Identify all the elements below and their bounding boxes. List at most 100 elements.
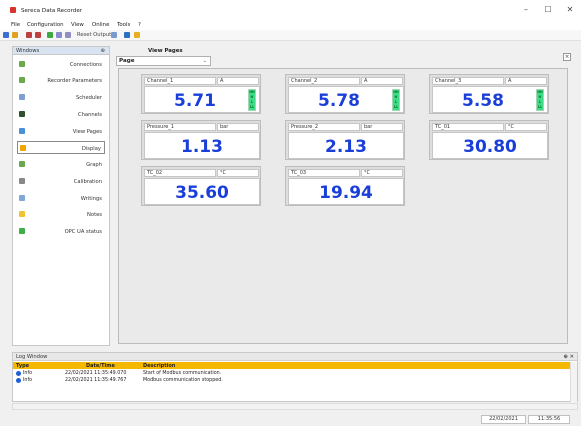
menu-file[interactable]: File [11,22,20,28]
calibration-icon [19,178,25,184]
sidebar-item-scheduler[interactable]: Scheduler [17,91,105,104]
sidebar-item-label: View Pages [72,129,102,135]
page-select[interactable]: Page ⌄ [116,56,211,66]
view-pages-panel: View Pages × Page ⌄ Channel_1 A 5.71 HH … [115,46,578,346]
menu-configuration[interactable]: Configuration [27,22,64,28]
close-button[interactable]: ✕ [563,5,577,15]
window-title: Sereca Data Recorder [21,8,83,14]
menu-view[interactable]: View [71,22,84,28]
sidebar-item-opc-ua-status[interactable]: OPC UA status [17,225,105,238]
channel-unit: °C [217,169,259,177]
app-logo-icon [10,7,16,13]
sidebar-item-label: Recorder Parameters [47,78,102,84]
channel-name: Pressure_1 [144,123,216,131]
sidebar-item-graph[interactable]: Graph [17,158,105,171]
log-row[interactable]: Info 22/02/2021 11:35:49.070 Start of Mo… [13,371,571,377]
start-icon[interactable] [47,32,53,38]
sidebar-item-label: Connections [69,62,102,68]
stop-icon[interactable] [65,32,71,38]
channel-unit: A [361,77,403,85]
alarm-ll: LL [249,105,255,109]
minimize-button[interactable]: – [519,5,533,15]
channel-card[interactable]: TC_03 °C 19.94 [285,166,405,206]
sidebar-item-label: Display [81,146,101,152]
log-description: Modbus communication stopped. [143,378,223,383]
channel-card[interactable]: Channel_3 A 5.58 HH H L LL [429,74,549,114]
value-box: 5.58 HH H L LL [432,86,548,113]
sidebar-item-recorder-parameters[interactable]: Recorder Parameters [17,74,105,87]
channel-unit: °C [505,123,547,131]
sidebar-item-view-pages[interactable]: View Pages [17,125,105,138]
sidebar-item-calibration[interactable]: Calibration [17,175,105,188]
channel-name: Channel_2 [288,77,360,85]
sidebar-item-connections[interactable]: Connections [17,58,105,71]
log-col-type[interactable]: Type [16,363,29,369]
page-select-value: Page [119,58,135,64]
opc-ua-icon [19,228,25,234]
channel-value: 1.13 [181,137,223,157]
channel-card[interactable]: TC_02 °C 35.60 [141,166,261,206]
menu-online[interactable]: Online [92,22,109,28]
panel-close-button[interactable]: × [563,53,571,61]
channel-value: 5.58 [462,91,504,111]
log-datetime: 22/02/2021 11:35:49.767 [65,378,127,383]
sidebar-item-display[interactable]: Display [17,141,105,154]
parameters-icon [19,77,25,83]
alarm-indicator: HH H L LL [248,89,256,111]
value-box: 5.71 HH H L LL [144,86,260,113]
display-icon [20,145,26,151]
log-window: Log Window ⊕ ✕ Type Date/Time Descriptio… [12,352,578,402]
channel-name: Channel_1 [144,77,216,85]
disconnect-icon[interactable] [35,32,41,38]
channels-icon [19,111,25,117]
log-col-description[interactable]: Description [143,363,175,369]
channel-value: 19.94 [319,183,373,203]
menu-tools[interactable]: Tools [117,22,130,28]
log-column-headers: Type Date/Time Description [13,362,571,369]
help-icon[interactable] [134,32,140,38]
grid-icon[interactable] [111,32,117,38]
channel-card[interactable]: Channel_1 A 5.71 HH H L LL [141,74,261,114]
connections-icon [19,61,25,67]
log-vertical-scrollbar[interactable] [570,362,577,402]
alarm-ll: LL [537,105,543,109]
windows-panel: Windows ⊕ Connections Recorder Parameter… [12,46,110,346]
channel-unit: A [217,77,259,85]
sidebar-item-label: Writings [80,196,102,202]
channel-card[interactable]: Channel_2 A 5.78 HH H L LL [285,74,405,114]
sidebar-item-label: Channels [78,112,102,118]
channel-value: 5.71 [174,91,216,111]
windows-panel-title: Windows [16,48,40,54]
menu-help[interactable]: ? [138,22,141,28]
channel-card[interactable]: TC_01 °C 30.80 [429,120,549,160]
sidebar-item-notes[interactable]: Notes [17,208,105,221]
channel-card[interactable]: Pressure_2 bar 2.13 [285,120,405,160]
log-window-controls[interactable]: ⊕ ✕ [564,354,575,360]
settings-icon[interactable] [124,32,130,38]
pin-icon[interactable]: ⊕ [101,48,105,54]
sidebar-item-writings[interactable]: Writings [17,192,105,205]
channel-name: TC_01 [432,123,504,131]
log-type: Info [23,371,33,376]
maximize-button[interactable]: ☐ [541,5,555,15]
pause-icon[interactable] [56,32,62,38]
channel-unit: bar [361,123,403,131]
connect-icon[interactable] [26,32,32,38]
menu-bar: File Configuration View Online Tools ? [0,20,581,30]
value-box: 19.94 [288,178,404,205]
sidebar-item-label: Notes [87,212,102,218]
log-col-datetime[interactable]: Date/Time [86,363,115,369]
reset-output-button[interactable]: Reset Output [77,32,111,38]
info-icon [16,378,21,383]
log-horizontal-scrollbar[interactable] [12,403,578,410]
alarm-indicator: HH H L LL [392,89,400,111]
channel-name: TC_02 [144,169,216,177]
toolbar: Reset Output [0,30,581,41]
channel-card[interactable]: Pressure_1 bar 1.13 [141,120,261,160]
value-box: 5.78 HH H L LL [288,86,404,113]
open-icon[interactable] [12,32,18,38]
log-row[interactable]: Info 22/02/2021 11:35:49.767 Modbus comm… [13,378,571,384]
graph-icon [19,161,25,167]
save-icon[interactable] [3,32,9,38]
sidebar-item-channels[interactable]: Channels [17,108,105,121]
